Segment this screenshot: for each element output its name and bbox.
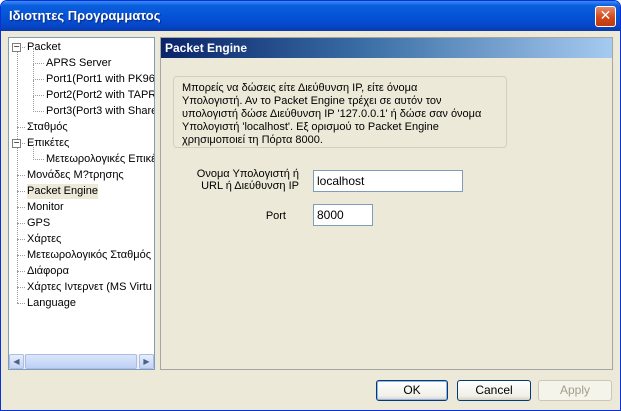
tree-item[interactable]: Μονάδες Μ?τρησης [27, 168, 124, 183]
properties-dialog: Ιδιοτητες Προγραμματος ✕ ◀ ▶ Packet − APRS… [0, 0, 621, 411]
tree-item[interactable]: Σταθμός [27, 120, 68, 135]
tree-item[interactable]: Χάρτες [27, 232, 61, 247]
host-input-value: localhost [317, 174, 365, 188]
tree-item[interactable]: Port2(Port2 with TAPR [46, 88, 154, 103]
tree-item[interactable]: Μετεωρολογικός Σταθμός [27, 248, 151, 263]
info-line: υπολογιστή δώσε Διεύθυνση IP '127.0.0.1'… [182, 108, 482, 120]
info-line: Υπολογιστή. Αν το Packet Engine τρέχει σ… [182, 95, 442, 107]
tree-item[interactable]: APRS Server [46, 56, 111, 71]
port-input-value: 8000 [317, 208, 344, 222]
scroll-thumb[interactable] [25, 354, 137, 369]
tree-item[interactable]: Packet Engine [27, 184, 98, 199]
host-input[interactable]: localhost [313, 170, 463, 192]
tree-item[interactable]: Port3(Port3 with Share [46, 104, 154, 119]
host-label-line: URL ή Διεύθυνση IP [201, 180, 299, 192]
settings-tree[interactable]: ◀ ▶ Packet − APRS Server Port1(Port1 with P… [8, 37, 155, 370]
apply-button[interactable]: Apply [538, 380, 612, 401]
tree-item[interactable]: Διάφορα [27, 264, 69, 279]
info-line: Υπολογιστή 'localhost'. Εξ ορισμού το Pa… [182, 121, 439, 133]
content-panel: Packet Engine Μπορείς να δώσεις είτε Διε… [160, 37, 613, 370]
scroll-left-icon: ◀ [13, 357, 20, 366]
tree-item[interactable]: Language [27, 296, 76, 311]
info-line: Μπορείς να δώσεις είτε Διεύθυνση IP, είτ… [182, 82, 418, 94]
close-button[interactable]: ✕ [595, 6, 616, 27]
tree-expander-icon[interactable]: − [12, 139, 21, 148]
section-header: Packet Engine [161, 38, 612, 58]
scroll-left-button[interactable]: ◀ [9, 354, 24, 369]
host-label-line: Ονομα Υπολογιστή ή [196, 168, 299, 180]
info-box: Μπορείς να δώσεις είτε Διεύθυνση IP, είτ… [173, 76, 507, 148]
tree-expander-icon[interactable]: − [12, 43, 21, 52]
tree-item[interactable]: Χάρτες Ιντερνετ (MS Virtu [27, 280, 152, 295]
tree-horizontal-scrollbar[interactable]: ◀ ▶ [9, 354, 154, 369]
close-icon: ✕ [599, 8, 612, 24]
title-bar[interactable]: Ιδιοτητες Προγραμματος ✕ [1, 1, 620, 31]
tree-item[interactable]: Port1(Port1 with PK96 [46, 72, 154, 87]
window-title: Ιδιοτητες Προγραμματος [9, 8, 161, 23]
scroll-right-icon: ▶ [143, 357, 150, 366]
host-label: Ονομα Υπολογιστή ή URL ή Διεύθυνση IP [171, 168, 299, 192]
section-title: Packet Engine [165, 41, 248, 55]
port-label: Port [265, 210, 286, 222]
port-input[interactable]: 8000 [313, 204, 373, 226]
tree-item[interactable]: Monitor [27, 200, 64, 215]
ok-button[interactable]: OK [376, 380, 448, 401]
scroll-right-button[interactable]: ▶ [139, 354, 154, 369]
tree-item[interactable]: Μετεωρολογικές Επικέ [46, 152, 154, 167]
info-line: χρησιμοποιεί τη Πόρτα 8000. [182, 134, 323, 146]
cancel-button[interactable]: Cancel [457, 380, 531, 401]
tree-item[interactable]: GPS [27, 216, 50, 231]
